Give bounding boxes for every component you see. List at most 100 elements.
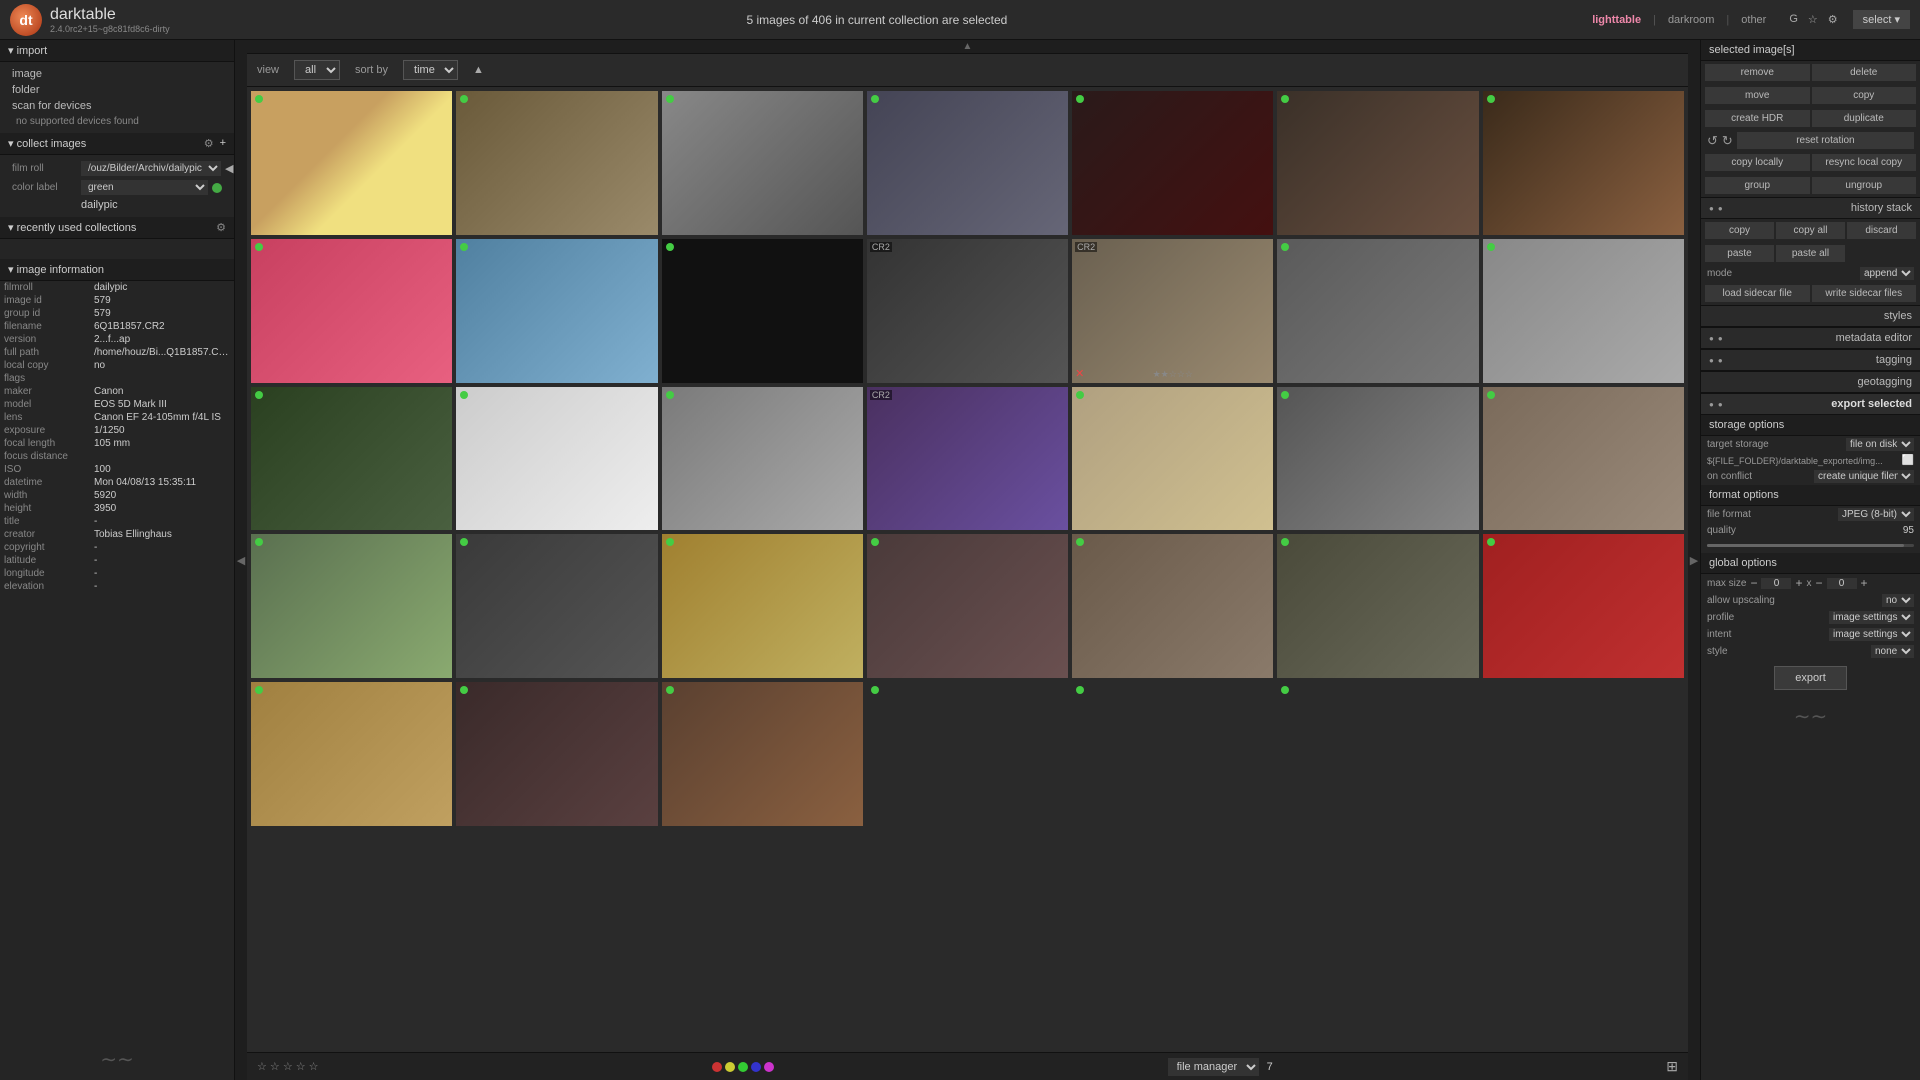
upscaling-select[interactable]: no bbox=[1882, 594, 1914, 607]
history-paste-button[interactable]: paste bbox=[1705, 245, 1774, 262]
import-header[interactable]: ▾ import bbox=[0, 40, 234, 62]
view-select[interactable]: all bbox=[294, 60, 340, 80]
geotagging-header[interactable]: geotagging bbox=[1701, 371, 1920, 393]
import-folder[interactable]: folder bbox=[8, 82, 226, 98]
photo-cell[interactable] bbox=[456, 239, 657, 383]
photo-cell[interactable] bbox=[1277, 239, 1478, 383]
group-button[interactable]: group bbox=[1705, 177, 1810, 194]
right-panel-toggle[interactable]: ▶ bbox=[1688, 40, 1700, 1080]
collect-header[interactable]: ▾ collect images ⚙ + bbox=[0, 133, 234, 155]
history-copy-button[interactable]: copy bbox=[1705, 222, 1774, 239]
film-roll-nav-left[interactable]: ◀ bbox=[225, 162, 233, 175]
photo-cell[interactable] bbox=[1483, 239, 1684, 383]
photo-cell[interactable]: CR2 bbox=[867, 387, 1068, 531]
export-button[interactable]: export bbox=[1774, 666, 1847, 690]
import-image[interactable]: image bbox=[8, 66, 226, 82]
recent-gear-icon[interactable]: ⚙ bbox=[216, 221, 226, 234]
move-button[interactable]: move bbox=[1705, 87, 1810, 104]
photo-cell[interactable] bbox=[1277, 682, 1478, 826]
global-options-header[interactable]: global options bbox=[1701, 553, 1920, 574]
recent-header[interactable]: ▾ recently used collections ⚙ bbox=[0, 217, 234, 239]
max-width-input[interactable] bbox=[1761, 578, 1791, 589]
select-button[interactable]: select ▾ bbox=[1853, 10, 1910, 29]
resync-button[interactable]: resync local copy bbox=[1812, 154, 1917, 171]
create-hdr-button[interactable]: create HDR bbox=[1705, 110, 1810, 127]
color-label-red[interactable] bbox=[712, 1062, 722, 1072]
metadata-header[interactable]: ● ● metadata editor bbox=[1701, 327, 1920, 349]
image-info-header[interactable]: ▾ image information bbox=[0, 259, 234, 281]
sort-select[interactable]: time bbox=[403, 60, 458, 80]
intent-select[interactable]: image settings bbox=[1829, 628, 1914, 641]
film-roll-select[interactable]: /ouz/Bilder/Archiv/dailypic bbox=[81, 161, 221, 176]
photo-cell[interactable] bbox=[662, 682, 863, 826]
photo-cell[interactable] bbox=[251, 534, 452, 678]
rotate-right-icon[interactable]: ↻ bbox=[1722, 133, 1733, 149]
photo-cell[interactable]: CR2★★☆☆☆✕ bbox=[1072, 239, 1273, 383]
delete-button[interactable]: delete bbox=[1812, 64, 1917, 81]
max-h-minus[interactable]: − bbox=[1815, 576, 1822, 590]
load-sidecar-button[interactable]: load sidecar file bbox=[1705, 285, 1810, 302]
tagging-header[interactable]: ● ● tagging bbox=[1701, 349, 1920, 371]
on-conflict-select[interactable]: create unique filename bbox=[1814, 470, 1914, 483]
rotate-left-icon[interactable]: ↺ bbox=[1707, 133, 1718, 149]
storage-options-header[interactable]: storage options bbox=[1701, 415, 1920, 436]
photo-cell[interactable] bbox=[867, 682, 1068, 826]
photo-cell[interactable] bbox=[1277, 387, 1478, 531]
format-options-header[interactable]: format options bbox=[1701, 485, 1920, 506]
file-format-select[interactable]: JPEG (8-bit) bbox=[1838, 508, 1914, 521]
photo-cell[interactable] bbox=[251, 91, 452, 235]
photo-cell[interactable] bbox=[662, 91, 863, 235]
max-w-plus[interactable]: + bbox=[1795, 576, 1802, 590]
history-discard-button[interactable]: discard bbox=[1847, 222, 1916, 239]
copy-locally-button[interactable]: copy locally bbox=[1705, 154, 1810, 171]
photo-cell[interactable] bbox=[867, 91, 1068, 235]
view-mode-select[interactable]: file manager bbox=[1168, 1058, 1259, 1076]
max-w-minus[interactable]: − bbox=[1750, 576, 1757, 590]
remove-button[interactable]: remove bbox=[1705, 64, 1810, 81]
photo-cell[interactable] bbox=[662, 387, 863, 531]
history-copy-all-button[interactable]: copy all bbox=[1776, 222, 1845, 239]
tab-other[interactable]: other bbox=[1733, 11, 1774, 29]
history-paste-all-button[interactable]: paste all bbox=[1776, 245, 1845, 262]
left-panel-toggle[interactable]: ◀ bbox=[235, 40, 247, 1080]
write-sidecar-button[interactable]: write sidecar files bbox=[1812, 285, 1917, 302]
collect-expand-icon[interactable]: + bbox=[220, 137, 226, 150]
star-icon[interactable]: ☆ bbox=[1808, 13, 1818, 26]
photo-cell[interactable] bbox=[1072, 91, 1273, 235]
tab-darkroom[interactable]: darkroom bbox=[1660, 11, 1722, 29]
sort-direction[interactable]: ▲ bbox=[473, 64, 484, 76]
photo-cell[interactable] bbox=[662, 239, 863, 383]
photo-cell[interactable] bbox=[1072, 387, 1273, 531]
photo-cell[interactable] bbox=[1277, 91, 1478, 235]
target-storage-select[interactable]: file on disk bbox=[1846, 438, 1914, 451]
duplicate-button[interactable]: duplicate bbox=[1812, 110, 1917, 127]
gear-icon[interactable]: ⚙ bbox=[1828, 13, 1838, 26]
scan-devices[interactable]: scan for devices bbox=[8, 98, 226, 114]
photo-cell[interactable] bbox=[251, 682, 452, 826]
photo-cell[interactable] bbox=[1072, 682, 1273, 826]
star-rating[interactable]: ☆ ☆ ☆ ☆ ☆ bbox=[257, 1060, 319, 1073]
ungroup-button[interactable]: ungroup bbox=[1812, 177, 1917, 194]
file-folder-icon[interactable]: ⬜ bbox=[1902, 455, 1914, 466]
color-label-blue[interactable] bbox=[751, 1062, 761, 1072]
color-label-select[interactable]: green bbox=[81, 180, 208, 195]
photo-cell[interactable] bbox=[1072, 534, 1273, 678]
profile-select[interactable]: image settings bbox=[1829, 611, 1914, 624]
history-header[interactable]: ● ● history stack bbox=[1701, 197, 1920, 219]
export-header[interactable]: ● ● export selected bbox=[1701, 393, 1920, 415]
photo-cell[interactable] bbox=[456, 682, 657, 826]
photo-cell[interactable] bbox=[1483, 534, 1684, 678]
style-select[interactable]: none bbox=[1871, 645, 1914, 658]
zoom-icon[interactable]: ⊞ bbox=[1666, 1058, 1678, 1075]
photo-cell[interactable] bbox=[456, 387, 657, 531]
color-label-yellow[interactable] bbox=[725, 1062, 735, 1072]
photo-cell[interactable] bbox=[1483, 91, 1684, 235]
photo-cell[interactable] bbox=[662, 534, 863, 678]
photo-cell[interactable] bbox=[456, 534, 657, 678]
photo-cell[interactable] bbox=[1483, 387, 1684, 531]
top-panel-toggle[interactable]: ▲ bbox=[247, 40, 1688, 54]
quality-slider[interactable] bbox=[1701, 538, 1920, 553]
max-h-plus[interactable]: + bbox=[1861, 576, 1868, 590]
max-height-input[interactable] bbox=[1827, 578, 1857, 589]
copy-button[interactable]: copy bbox=[1812, 87, 1917, 104]
